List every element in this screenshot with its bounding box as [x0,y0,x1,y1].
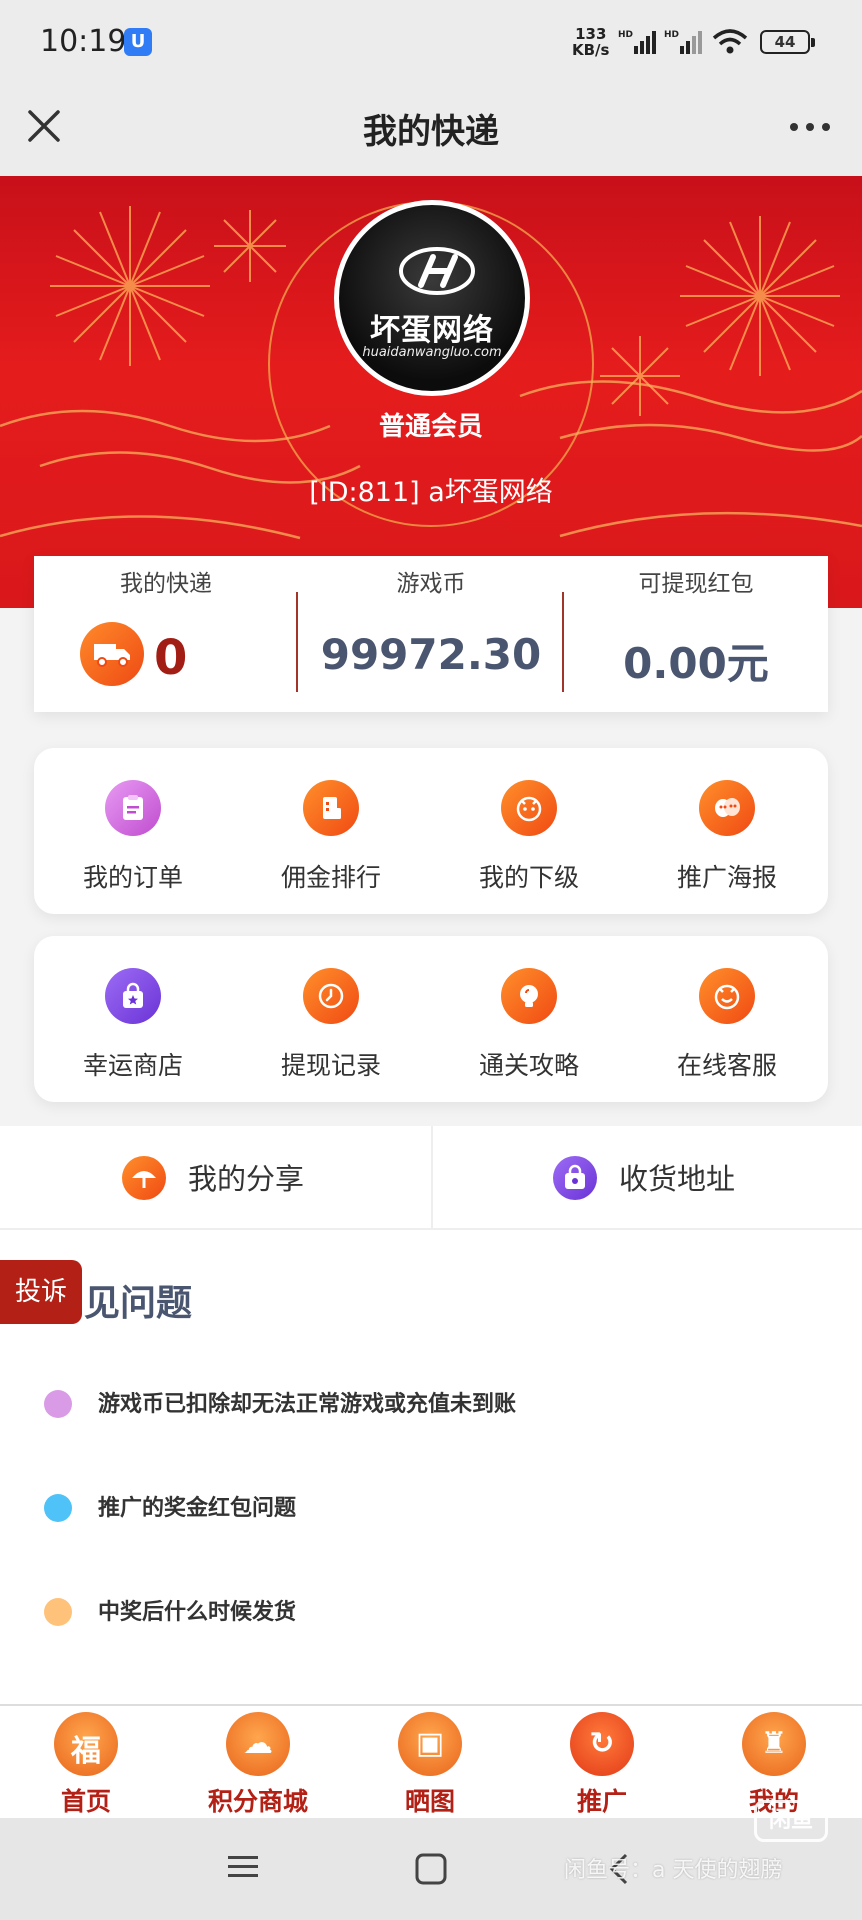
network-speed-unit: KB/s [572,41,610,59]
stat-express-value: 0 [154,630,188,686]
menu-icon[interactable] [226,1852,260,1882]
menu-label: 通关攻略 [478,1051,579,1080]
shopping-bag-icon [105,968,161,1024]
menu-walkthrough[interactable]: 通关攻略 [430,936,628,1102]
watermark-badge: 闲鱼 [754,1800,828,1842]
mask-icon [699,780,755,836]
my-share-link[interactable]: 我的分享 [0,1126,431,1230]
stat-express-label: 我的快递 [120,571,212,597]
truck-icon [80,622,144,686]
menu-lucky-store[interactable]: 幸运商店 [34,936,232,1102]
menu-label: 在线客服 [676,1051,777,1080]
menu-promo-poster[interactable]: 推广海报 [628,748,826,914]
stats-card: 我的快递 0 游戏币 99972.30 可提现红包 0.00元 [34,556,828,712]
complain-button[interactable]: 投诉 [0,1260,82,1324]
tab-promote[interactable]: ↻ 推广 [516,1706,688,1820]
svg-text:HD: HD [664,30,679,40]
stat-redpack-label: 可提现红包 [638,571,754,597]
clock-icon [303,968,359,1024]
faq-title: 见问题 [84,1283,193,1324]
menu-label: 我的下级 [478,863,579,892]
battery-icon: 44 [760,30,815,54]
faq-section: 投诉 见问题 游戏币已扣除却无法正常游戏或充值未到账 推广的奖金红包问题 中奖后… [0,1230,862,1704]
shipping-address-label: 收货地址 [619,1162,736,1196]
wifi-icon [712,29,748,54]
stat-coins[interactable]: 游戏币 99972.30 [298,556,564,712]
red-envelope-icon: ▣ [398,1712,462,1776]
faq-item[interactable]: 中奖后什么时候发货 [44,1590,824,1630]
menu-card-1: 我的订单 佣金排行 我的下级 推广海报 [34,748,828,914]
bullet-dot [44,1390,72,1418]
avatar[interactable]: 坏蛋网络 huaidanwangluo.com [334,200,530,396]
umbrella-icon [122,1156,166,1200]
faq-item[interactable]: 推广的奖金红包问题 [44,1486,824,1526]
menu-label: 我的订单 [82,863,183,892]
links-row: 我的分享 收货地址 [0,1126,862,1230]
my-share-label: 我的分享 [188,1162,305,1196]
bullet-dot [44,1598,72,1626]
menu-card-2: 幸运商店 提现记录 通关攻略 在线客服 [34,936,828,1102]
network-speed: 133 KB/s [572,26,609,58]
member-id: [ID:811] a坏蛋网络 [309,477,553,508]
fortune-icon: 福 [54,1712,118,1776]
network-speed-value: 133 [575,25,607,43]
member-level: 普通会员 [378,412,483,442]
faq-item-text: 游戏币已扣除却无法正常游戏或充值未到账 [98,1392,517,1417]
signal-icon-2: HD [664,30,702,54]
menu-label: 佣金排行 [280,863,381,892]
watermark-text: 闲鱼号：a 天使的翅膀 [564,1858,783,1883]
stat-coins-label: 游戏币 [396,571,466,597]
clipboard-icon [105,780,161,836]
more-options-icon[interactable] [788,112,832,142]
faq-item-text: 中奖后什么时候发货 [98,1600,297,1625]
menu-label: 提现记录 [280,1051,381,1080]
title-bar: 我的快递 [0,84,862,176]
castle-icon: ♜ [742,1712,806,1776]
face-icon [501,780,557,836]
signal-icon: HD [618,30,656,54]
logo-text: 坏蛋网络 [370,313,494,348]
faq-item[interactable]: 游戏币已扣除却无法正常游戏或充值未到账 [44,1382,824,1422]
shipping-address-link[interactable]: 收货地址 [431,1126,862,1230]
tab-home[interactable]: 福 首页 [0,1706,172,1820]
refresh-clock-icon: ↻ [570,1712,634,1776]
status-time: 10:19 [40,24,127,59]
menu-online-support[interactable]: 在线客服 [628,936,826,1102]
chat-face-icon [699,968,755,1024]
tab-photo-share[interactable]: ▣ 晒图 [344,1706,516,1820]
ranking-icon [303,780,359,836]
address-bag-icon [553,1156,597,1200]
brand-logo-icon [399,247,475,295]
stat-redpack[interactable]: 可提现红包 0.00元 [564,556,828,712]
page-title: 我的快递 [363,112,499,152]
cloud-icon: ☁ [226,1712,290,1776]
stat-coins-value: 99972.30 [320,630,542,679]
bullet-dot [44,1494,72,1522]
menu-commission-ranking[interactable]: 佣金排行 [232,748,430,914]
stat-express[interactable]: 我的快递 0 [34,556,298,712]
menu-label: 幸运商店 [82,1051,183,1080]
logo-subtext: huaidanwangluo.com [362,345,502,360]
tab-label: 晒图 [404,1787,455,1816]
tab-points-mall[interactable]: ☁ 积分商城 [172,1706,344,1820]
home-icon[interactable] [414,1852,448,1886]
menu-label: 推广海报 [676,863,777,892]
lightbulb-icon [501,968,557,1024]
tab-label: 首页 [60,1787,111,1816]
bottom-tab-bar: 福 首页 ☁ 积分商城 ▣ 晒图 ↻ 推广 ♜ 我的 [0,1704,862,1818]
app-notification-icon: U [124,28,152,56]
menu-my-subordinates[interactable]: 我的下级 [430,748,628,914]
tab-label: 积分商城 [207,1787,308,1816]
menu-my-orders[interactable]: 我的订单 [34,748,232,914]
svg-text:HD: HD [618,30,633,40]
faq-item-text: 推广的奖金红包问题 [98,1496,297,1521]
menu-withdraw-records[interactable]: 提现记录 [232,936,430,1102]
status-bar: 10:19 U 133 KB/s HD HD 44 [0,0,862,84]
tab-label: 推广 [576,1787,627,1816]
stat-redpack-value: 0.00元 [623,639,769,688]
